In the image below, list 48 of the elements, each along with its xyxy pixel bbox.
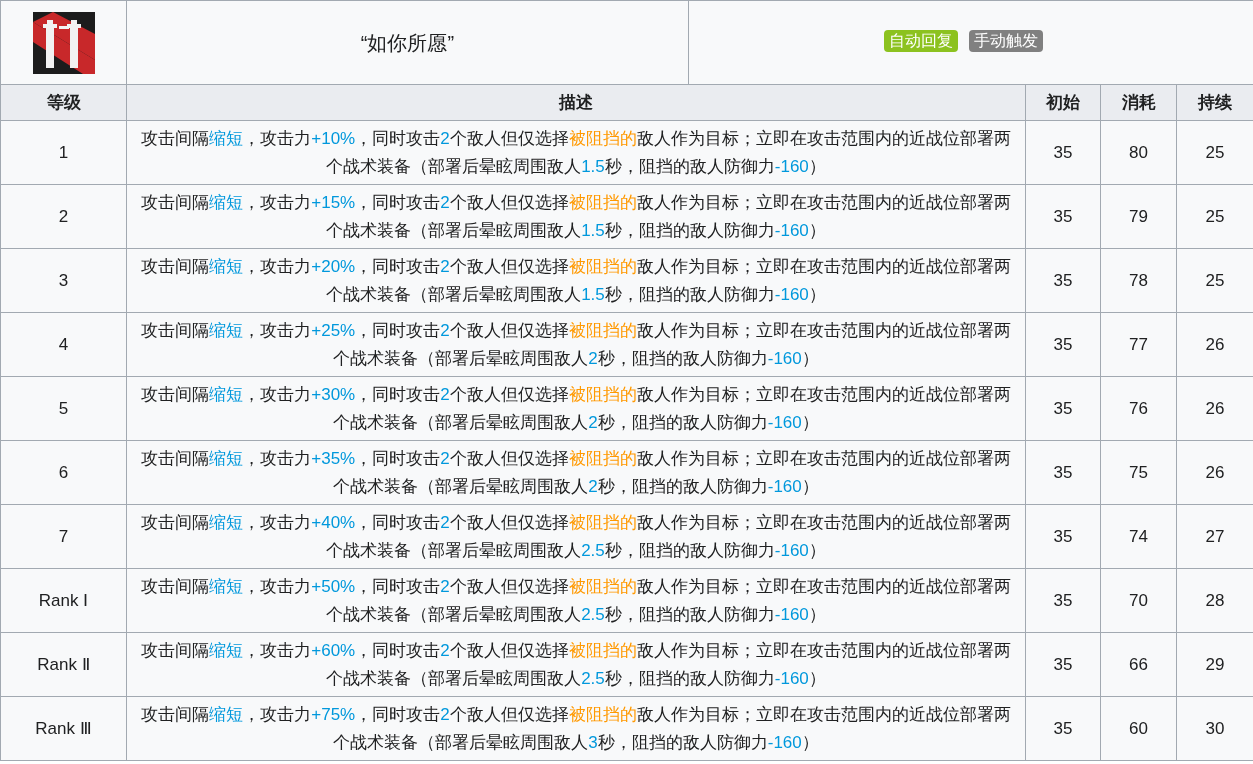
tag: 手动触发	[969, 30, 1043, 52]
table-cell: 35	[1025, 312, 1101, 377]
column-header: 描述	[126, 84, 1026, 121]
table-cell: 1	[0, 120, 127, 185]
table-cell: 75	[1100, 440, 1177, 505]
table-cell: 76	[1100, 376, 1177, 441]
skill-description: 攻击间隔缩短，攻击力+75%，同时攻击2个敌人但仅选择被阻挡的敌人作为目标；立即在攻击范围内的近战位部署两个战术装备（部署后晕眩周围敌人3秒，阻挡的敌人防御力-160）	[126, 696, 1026, 761]
skill-description: 攻击间隔缩短，攻击力+50%，同时攻击2个敌人但仅选择被阻挡的敌人作为目标；立即在攻击范围内的近战位部署两个战术装备（部署后晕眩周围敌人2.5秒，阻挡的敌人防御力-160）	[126, 568, 1026, 633]
table-cell: 35	[1025, 504, 1101, 569]
table-cell: 35	[1025, 120, 1101, 185]
table-cell: 5	[0, 376, 127, 441]
table-cell: Rank Ⅰ	[0, 568, 127, 633]
tag: 自动回复	[884, 30, 958, 52]
skill-description: 攻击间隔缩短，攻击力+40%，同时攻击2个敌人但仅选择被阻挡的敌人作为目标；立即在攻击范围内的近战位部署两个战术装备（部署后晕眩周围敌人2.5秒，阻挡的敌人防御力-160）	[126, 504, 1026, 569]
table-cell: 77	[1100, 312, 1177, 377]
table-cell: 35	[1025, 696, 1101, 761]
skill-description: 攻击间隔缩短，攻击力+60%，同时攻击2个敌人但仅选择被阻挡的敌人作为目标；立即在攻击范围内的近战位部署两个战术装备（部署后晕眩周围敌人2.5秒，阻挡的敌人防御力-160）	[126, 632, 1026, 697]
table-cell: 60	[1100, 696, 1177, 761]
table-cell: 35	[1025, 376, 1101, 441]
table-cell: 35	[1025, 440, 1101, 505]
table-cell: 74	[1100, 504, 1177, 569]
table-cell: 2	[0, 184, 127, 249]
skill-description: 攻击间隔缩短，攻击力+30%，同时攻击2个敌人但仅选择被阻挡的敌人作为目标；立即在攻击范围内的近战位部署两个战术装备（部署后晕眩周围敌人2秒，阻挡的敌人防御力-160）	[126, 376, 1026, 441]
column-header: 初始	[1025, 84, 1101, 121]
table-cell: 7	[0, 504, 127, 569]
skill-icon	[32, 11, 95, 74]
skill-description: 攻击间隔缩短，攻击力+25%，同时攻击2个敌人但仅选择被阻挡的敌人作为目标；立即在攻击范围内的近战位部署两个战术装备（部署后晕眩周围敌人2秒，阻挡的敌人防御力-160）	[126, 312, 1026, 377]
column-header: 等级	[0, 84, 127, 121]
skill-description: 攻击间隔缩短，攻击力+10%，同时攻击2个敌人但仅选择被阻挡的敌人作为目标；立即在攻击范围内的近战位部署两个战术装备（部署后晕眩周围敌人1.5秒，阻挡的敌人防御力-160）	[126, 120, 1026, 185]
table-cell: 70	[1100, 568, 1177, 633]
table-cell: 6	[0, 440, 127, 505]
table-cell: 78	[1100, 248, 1177, 313]
table-cell: Rank Ⅱ	[0, 632, 127, 697]
skill-description: 攻击间隔缩短，攻击力+15%，同时攻击2个敌人但仅选择被阻挡的敌人作为目标；立即在攻击范围内的近战位部署两个战术装备（部署后晕眩周围敌人1.5秒，阻挡的敌人防御力-160）	[126, 184, 1026, 249]
column-header: 消耗	[1100, 84, 1177, 121]
table-cell: 79	[1100, 184, 1177, 249]
table-cell: 35	[1025, 248, 1101, 313]
skill-description: 攻击间隔缩短，攻击力+20%，同时攻击2个敌人但仅选择被阻挡的敌人作为目标；立即在攻击范围内的近战位部署两个战术装备（部署后晕眩周围敌人1.5秒，阻挡的敌人防御力-160）	[126, 248, 1026, 313]
table-cell: Rank Ⅲ	[0, 696, 127, 761]
table-cell: 4	[0, 312, 127, 377]
table-cell: 35	[1025, 184, 1101, 249]
skill-name: “如你所愿”	[126, 0, 689, 85]
skill-description: 攻击间隔缩短，攻击力+35%，同时攻击2个敌人但仅选择被阻挡的敌人作为目标；立即在攻击范围内的近战位部署两个战术装备（部署后晕眩周围敌人2秒，阻挡的敌人防御力-160）	[126, 440, 1026, 505]
table-cell: 35	[1025, 632, 1101, 697]
table-cell: 80	[1100, 120, 1177, 185]
table-cell: 66	[1100, 632, 1177, 697]
table-cell: 3	[0, 248, 127, 313]
table-cell: 35	[1025, 568, 1101, 633]
